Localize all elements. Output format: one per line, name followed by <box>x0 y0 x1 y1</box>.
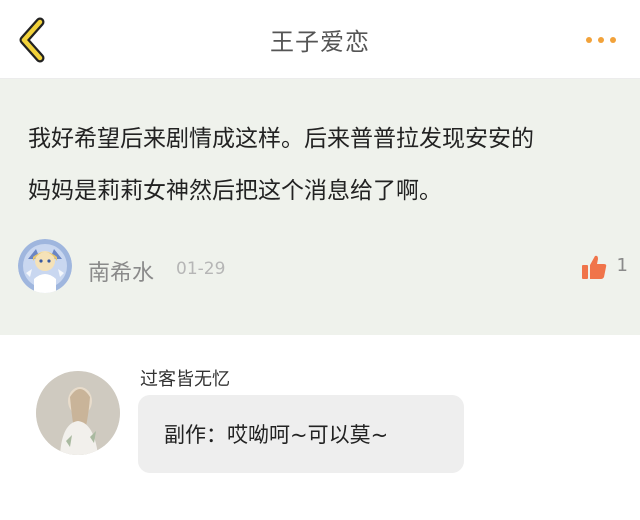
reply-item: 过客皆无忆 副作：哎呦呵~可以莫~ <box>0 335 640 520</box>
like-count: 1 <box>616 255 628 276</box>
featured-comment: 我好希望后来剧情成这样。后来普普拉发现安安的 妈妈是莉莉女神然后把这个消息给了啊… <box>0 79 640 335</box>
comment-author-name[interactable]: 南希水 <box>88 255 154 287</box>
reply-text: 副作：哎呦呵~可以莫~ <box>164 423 389 447</box>
reply-author-name[interactable]: 过客皆无忆 <box>140 365 230 391</box>
like-button[interactable]: 1 <box>568 251 628 281</box>
comment-line: 我好希望后来剧情成这样。后来普普拉发现安安的 <box>28 126 534 152</box>
comment-author-row: 南希水 01-29 1 <box>18 239 628 295</box>
top-bar: 王子爱恋 <box>0 0 640 79</box>
more-dots-icon <box>586 37 616 43</box>
comment-date: 01-29 <box>176 259 226 279</box>
reply-bubble[interactable]: 副作：哎呦呵~可以莫~ <box>138 395 464 473</box>
avatar[interactable] <box>36 371 120 455</box>
page-title: 王子爱恋 <box>270 28 370 56</box>
thumbs-up-icon <box>582 255 607 279</box>
comment-line: 妈妈是莉莉女神然后把这个消息给了啊。 <box>28 178 442 204</box>
comment-detail-page: 王子爱恋 我好希望后来剧情成这样。后来普普拉发现安安的 妈妈是莉莉女神然后把这个… <box>0 0 640 520</box>
comment-body: 我好希望后来剧情成这样。后来普普拉发现安安的 妈妈是莉莉女神然后把这个消息给了啊… <box>28 113 618 217</box>
more-button[interactable] <box>584 30 618 50</box>
avatar[interactable] <box>18 239 72 293</box>
